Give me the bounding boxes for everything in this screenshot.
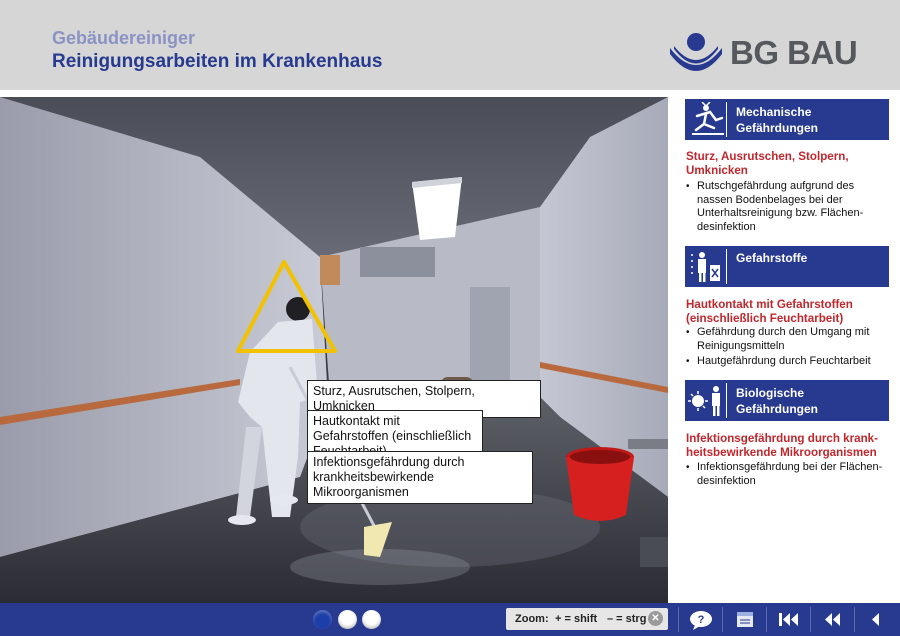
hazard-sidebar: Mechanische Gefährdungen Sturz, Ausrutsc… [668,97,900,603]
hospital-corridor-scene[interactable]: Sturz, Ausrutschen, Stolpern, Umknicken … [0,97,668,603]
category-label: Mechanische Gefährdungen [736,105,819,135]
list-item: Gefährdung durch den Umgang mit Reinigun… [686,326,891,353]
callout-infection[interactable]: Infektionsgefährdung durch krankheitsbew… [307,451,533,504]
category-label: Biologische Gefährdungen [736,386,819,416]
biohazard-icon [688,383,727,418]
page-dot-2[interactable] [338,610,357,629]
page-dot-3[interactable] [362,610,381,629]
slip-hazard-icon [688,101,727,137]
category-mechanical[interactable]: Mechanische Gefährdungen [685,99,889,140]
rewind-button[interactable] [810,607,854,632]
page-subtitle: Gebäudereiniger [52,28,196,48]
zoom-hint: Zoom: + = shift – = strg ✕ [506,608,668,630]
header: Gebäudereiniger Reinigungsarbeiten im Kr… [0,0,900,90]
zoom-plus-hint: + = shift [555,613,598,625]
category-biological[interactable]: Biologische Gefährdungen [685,380,889,421]
list-item: Rutschgefährdung aufgrund des nassen Bod… [686,180,891,234]
first-page-icon [779,613,798,626]
zoom-label: Zoom: [515,613,549,625]
hazard-title-hazardous-substances: Hautkontakt mit Gefahrstoffen (einschlie… [686,298,853,325]
hazardous-substances-icon [688,249,727,284]
back-button[interactable] [854,607,900,632]
footer-toolbar: Zoom: + = shift – = strg ✕ ? [0,603,900,636]
logo-text: BG BAU [730,34,858,71]
app-window: Gebäudereiniger Reinigungsarbeiten im Kr… [0,0,900,636]
page-title: Reinigungsarbeiten im Krankenhaus [52,51,383,72]
first-page-button[interactable] [766,607,810,632]
close-icon[interactable]: ✕ [648,611,663,626]
zoom-minus-hint: – = strg [607,613,647,625]
corridor-illustration [0,97,668,603]
hazard-list-hazardous-substances: Gefährdung durch den Umgang mit Reinigun… [686,326,891,371]
back-icon [872,613,879,626]
bg-bau-logo: BG BAU [668,32,868,72]
page-dot-1[interactable] [313,610,332,629]
help-icon: ? [690,611,712,630]
hazard-list-mechanical: Rutschgefährdung aufgrund des nassen Bod… [686,180,891,236]
list-item: Infektionsgefährdung bei der Flächen-des… [686,461,891,488]
rewind-icon [825,613,840,626]
hazard-list-biological: Infektionsgefährdung bei der Flächen-des… [686,461,891,490]
svg-text:?: ? [698,614,705,626]
hazard-title-biological: Infektionsgefährdung durch krank-heitsbe… [686,432,878,459]
logo-mark-icon [670,33,722,71]
notes-icon [737,612,753,627]
category-label: Gefahrstoffe [736,251,808,265]
category-hazardous-substances[interactable]: Gefahrstoffe [685,246,889,287]
header-divider [0,90,900,97]
notes-button[interactable] [722,607,766,632]
hazard-title-mechanical: Sturz, Ausrutschen, Stolpern, Umknicken [686,150,849,177]
help-button[interactable]: ? [678,607,722,632]
list-item: Hautgefährdung durch Feuchtarbeit [686,355,891,369]
